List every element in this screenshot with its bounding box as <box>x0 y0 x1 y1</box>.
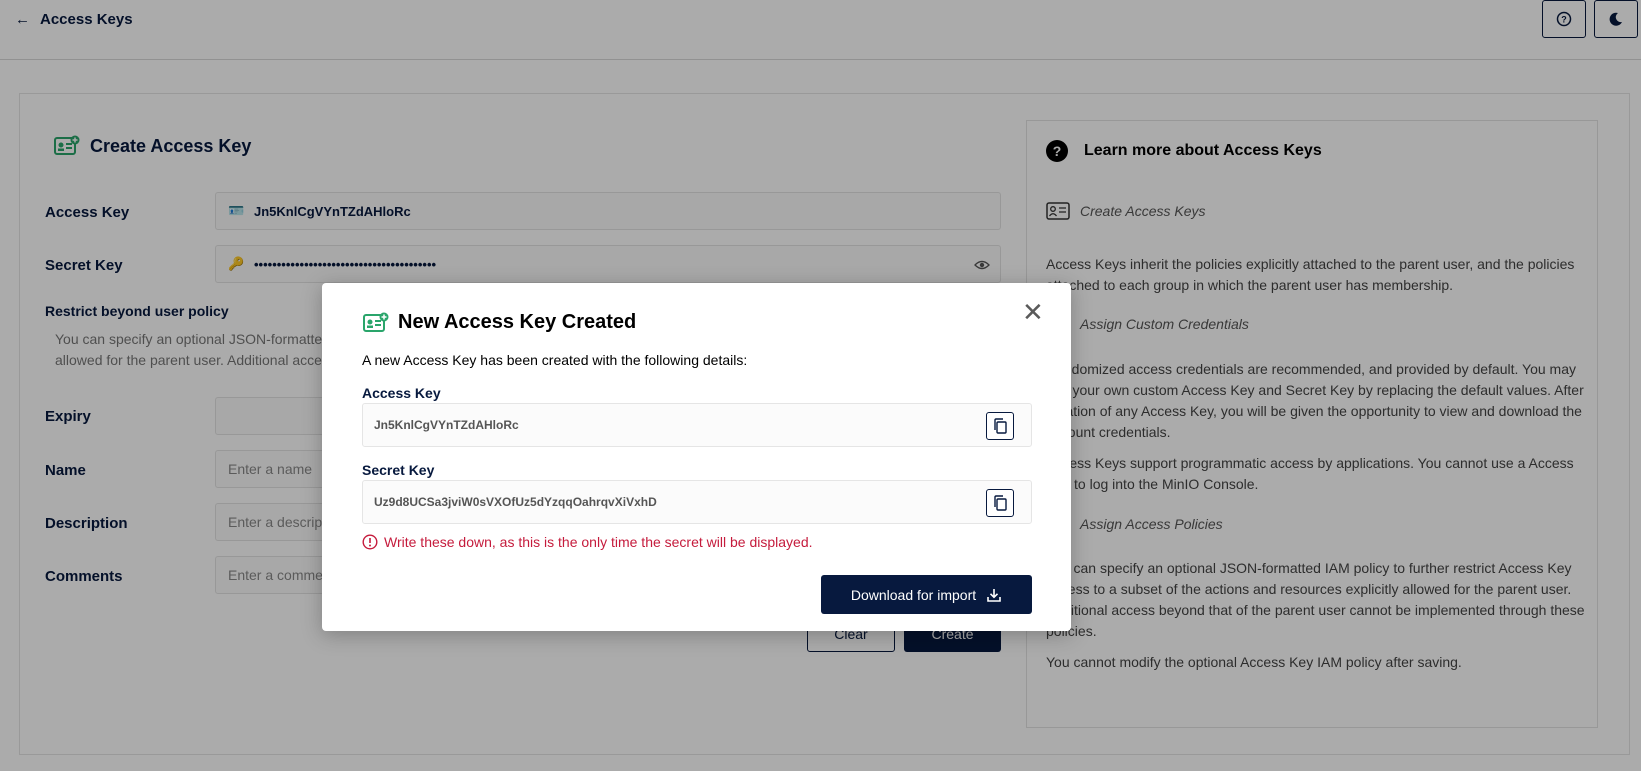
new-access-key-modal: New Access Key Created ✕ A new Access Ke… <box>322 283 1071 631</box>
secret-warning: Write these down, as this is the only ti… <box>362 534 813 550</box>
copy-icon <box>994 418 1007 434</box>
download-for-import-button[interactable]: Download for import <box>821 575 1032 614</box>
modal-secret-key-value: Uz9d8UCSa3jviW0sVXOfUz5dYzqqOahrqvXiVxhD <box>374 495 657 509</box>
download-button-label: Download for import <box>850 586 977 603</box>
modal-title: New Access Key Created <box>362 311 636 334</box>
copy-access-key-button[interactable] <box>986 412 1014 440</box>
secret-warning-text: Write these down, as this is the only ti… <box>384 534 813 550</box>
copy-icon <box>994 495 1007 511</box>
modal-access-key-value: Jn5KnlCgVYnTZdAHloRc <box>374 418 519 432</box>
copy-secret-key-button[interactable] <box>986 489 1014 517</box>
modal-access-key-label: Access Key <box>362 385 441 401</box>
download-icon <box>987 588 1001 602</box>
modal-title-text: New Access Key Created <box>398 311 637 333</box>
close-icon[interactable]: ✕ <box>1022 299 1044 325</box>
modal-secret-key-label: Secret Key <box>362 462 435 478</box>
access-key-card-icon <box>363 312 389 332</box>
modal-secret-key-field: Uz9d8UCSa3jviW0sVXOfUz5dYzqqOahrqvXiVxhD <box>362 480 1032 524</box>
modal-description: A new Access Key has been created with t… <box>362 352 748 368</box>
modal-access-key-field: Jn5KnlCgVYnTZdAHloRc <box>362 403 1032 447</box>
alert-circle-icon <box>362 534 378 550</box>
